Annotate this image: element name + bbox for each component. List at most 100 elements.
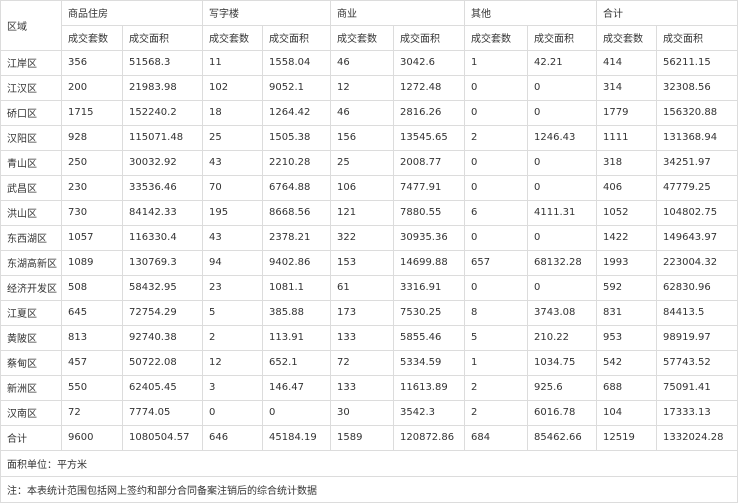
table-row: 武昌区 230 33536.46 70 6764.88 106 7477.91 0 0 406 47… [0, 174, 738, 201]
value-cell: 1 [464, 349, 528, 376]
value-cell: 542 [596, 349, 657, 376]
value-cell: 3042.6 [393, 49, 465, 76]
value-cell: 98919.97 [656, 324, 738, 351]
table-row: 合计 9600 1080504.57 646 45184.19 1589 120872.86… [0, 424, 738, 451]
value-cell: 2 [464, 124, 528, 151]
value-cell: 47779.25 [656, 174, 738, 201]
value-cell: 21983.98 [122, 74, 203, 101]
value-cell: 230 [61, 174, 123, 201]
value-cell: 3 [202, 374, 263, 401]
value-cell: 32308.56 [656, 74, 738, 101]
value-cell: 58432.95 [122, 274, 203, 301]
region-cell: 汉南区 [0, 399, 62, 426]
subheader-count: 成交套数 [464, 24, 528, 51]
table-row: 东西湖区 1057 116330.4 43 2378.21 322 30935.36 0 0 14… [0, 224, 738, 251]
value-cell: 1715 [61, 99, 123, 126]
value-cell: 104 [596, 399, 657, 426]
value-cell: 94 [202, 249, 263, 276]
region-header: 区域 [0, 0, 62, 51]
value-cell: 200 [61, 74, 123, 101]
value-cell: 1332024.28 [656, 424, 738, 451]
value-cell: 925.6 [527, 374, 597, 401]
value-cell: 84142.33 [122, 199, 203, 226]
value-cell: 133 [330, 374, 394, 401]
region-cell: 新洲区 [0, 374, 62, 401]
value-cell: 0 [527, 149, 597, 176]
value-cell: 356 [61, 49, 123, 76]
value-cell: 385.88 [262, 299, 331, 326]
value-cell: 17333.13 [656, 399, 738, 426]
table-row: 洪山区 730 84142.33 195 8668.56 121 7880.55 6 4111.… [0, 199, 738, 226]
value-cell: 652.1 [262, 349, 331, 376]
region-cell: 汉阳区 [0, 124, 62, 151]
value-cell: 2 [464, 399, 528, 426]
value-cell: 457 [61, 349, 123, 376]
value-cell: 5 [464, 324, 528, 351]
value-cell: 57743.52 [656, 349, 738, 376]
value-cell: 314 [596, 74, 657, 101]
value-cell: 120872.86 [393, 424, 465, 451]
value-cell: 0 [527, 274, 597, 301]
value-cell: 156320.88 [656, 99, 738, 126]
value-cell: 104802.75 [656, 199, 738, 226]
value-cell: 12 [202, 349, 263, 376]
value-cell: 18 [202, 99, 263, 126]
value-cell: 0 [527, 224, 597, 251]
value-cell: 1993 [596, 249, 657, 276]
value-cell: 92740.38 [122, 324, 203, 351]
value-cell: 688 [596, 374, 657, 401]
value-cell: 51568.3 [122, 49, 203, 76]
value-cell: 152240.2 [122, 99, 203, 126]
table-row: 东湖高新区 1089 130769.3 94 9402.86 153 14699.88 657… [0, 249, 738, 276]
footnote-row: 注：本表统计范围包括网上签约和部分合同备案注销后的综合统计数据 [0, 475, 738, 503]
value-cell: 46 [330, 49, 394, 76]
footnote: 注：本表统计范围包括网上签约和部分合同备案注销后的综合统计数据 [0, 475, 738, 503]
value-cell: 1034.75 [527, 349, 597, 376]
value-cell: 1246.43 [527, 124, 597, 151]
value-cell: 195 [202, 199, 263, 226]
subheader-count: 成交套数 [596, 24, 657, 51]
subheader-area: 成交面积 [122, 24, 203, 51]
value-cell: 1111 [596, 124, 657, 151]
value-cell: 2 [202, 324, 263, 351]
value-cell: 3316.91 [393, 274, 465, 301]
value-cell: 0 [527, 99, 597, 126]
value-cell: 102 [202, 74, 263, 101]
value-cell: 8 [464, 299, 528, 326]
region-cell: 黄陂区 [0, 324, 62, 351]
table-row: 江汉区 200 21983.98 102 9052.1 12 1272.48 0 0 314 323… [0, 74, 738, 101]
region-cell: 江岸区 [0, 49, 62, 76]
region-cell: 武昌区 [0, 174, 62, 201]
value-cell: 121 [330, 199, 394, 226]
value-cell: 813 [61, 324, 123, 351]
value-cell: 5334.59 [393, 349, 465, 376]
value-cell: 2816.26 [393, 99, 465, 126]
region-cell: 江汉区 [0, 74, 62, 101]
table-row: 江夏区 645 72754.29 5 385.88 173 7530.25 8 3743.08 8… [0, 299, 738, 326]
value-cell: 0 [464, 99, 528, 126]
value-cell: 30935.36 [393, 224, 465, 251]
table-row: 青山区 250 30032.92 43 2210.28 25 2008.77 0 0 318 342… [0, 149, 738, 176]
value-cell: 156 [330, 124, 394, 151]
value-cell: 30 [330, 399, 394, 426]
header-row-metrics: 成交套数 成交面积 成交套数 成交面积 成交套数 成交面积 成交套数 成交面积 … [1, 24, 738, 51]
value-cell: 1422 [596, 224, 657, 251]
value-cell: 0 [527, 74, 597, 101]
region-cell: 经济开发区 [0, 274, 62, 301]
value-cell: 45184.19 [262, 424, 331, 451]
value-cell: 550 [61, 374, 123, 401]
value-cell: 6764.88 [262, 174, 331, 201]
value-cell: 1779 [596, 99, 657, 126]
value-cell: 1272.48 [393, 74, 465, 101]
group-header-other: 其他 [464, 0, 597, 26]
subheader-area: 成交面积 [262, 24, 331, 51]
region-cell: 洪山区 [0, 199, 62, 226]
subheader-count: 成交套数 [330, 24, 394, 51]
value-cell: 928 [61, 124, 123, 151]
value-cell: 0 [527, 174, 597, 201]
table-row: 硚口区 1715 152240.2 18 1264.42 46 2816.26 0 0 1779 1… [0, 99, 738, 126]
table-row: 蔡甸区 457 50722.08 12 652.1 72 5334.59 1 1034.75 54… [0, 349, 738, 376]
value-cell: 146.47 [262, 374, 331, 401]
region-cell: 东西湖区 [0, 224, 62, 251]
value-cell: 13545.65 [393, 124, 465, 151]
